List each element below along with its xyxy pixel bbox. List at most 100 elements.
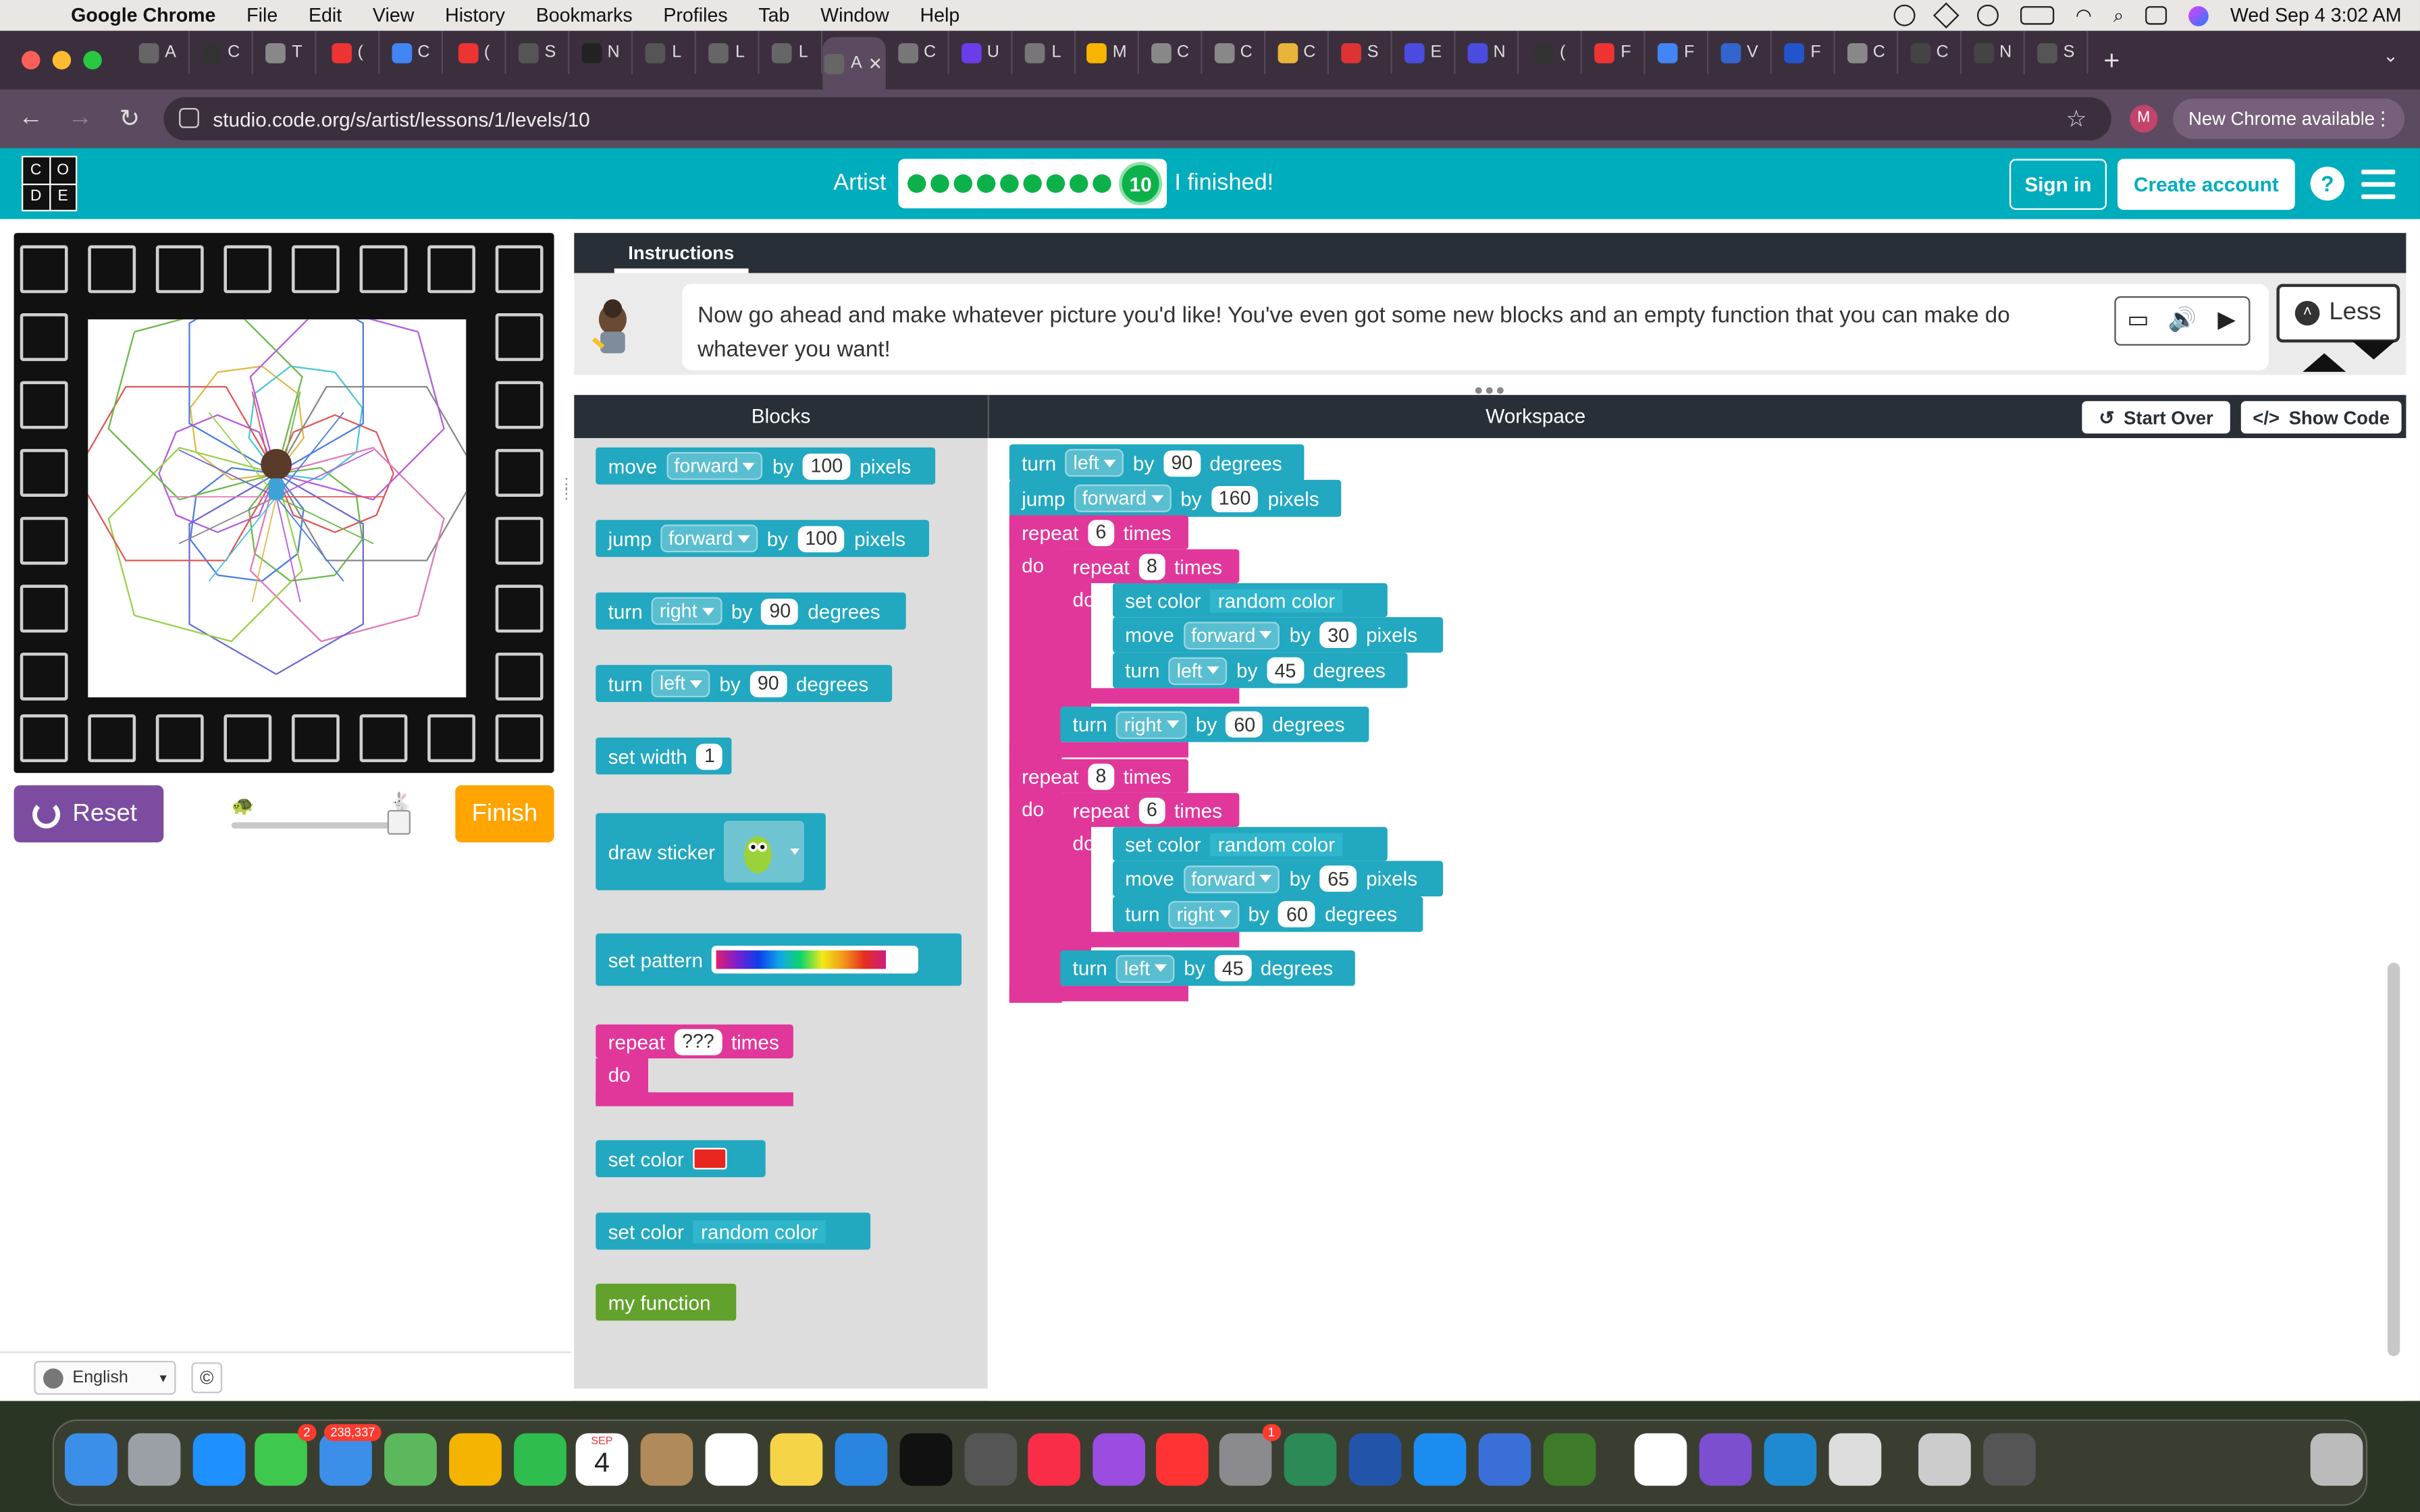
level-dot-9[interactable] [1093, 174, 1111, 193]
reminders-app-icon[interactable] [705, 1433, 758, 1486]
toolbox-turn-left-block[interactable]: turn left by 90 degrees [596, 665, 893, 702]
hamburger-menu-icon[interactable] [2361, 169, 2396, 207]
random-color-block[interactable]: random color [693, 1219, 826, 1243]
unity-app-icon[interactable] [964, 1433, 1018, 1486]
browser-tab[interactable]: C [1265, 30, 1329, 74]
value-input[interactable]: 8 [1088, 763, 1114, 790]
ws-move-forward-block-1[interactable]: move forward by 30 pixels [1112, 617, 1444, 653]
level-dot-3[interactable] [953, 174, 972, 193]
toolbox-set-width-block[interactable]: set width 1 [596, 737, 732, 775]
menu-file[interactable]: File [246, 5, 278, 26]
site-info-icon[interactable] [179, 107, 199, 128]
value-input[interactable]: 65 [1319, 865, 1357, 892]
copyright-button[interactable]: © [191, 1362, 223, 1393]
podcasts-app-icon[interactable] [1093, 1433, 1145, 1486]
ws-move-forward-block-2[interactable]: move forward by 65 pixels [1112, 861, 1444, 896]
sticker-dropdown[interactable] [724, 820, 805, 883]
toolbox-move-forward-block[interactable]: move forward by 100 pixels [596, 447, 936, 485]
maps-app-icon[interactable] [384, 1433, 437, 1486]
direction-dropdown[interactable]: right [652, 597, 722, 625]
browser-tab[interactable]: C [190, 30, 253, 74]
profile-avatar[interactable]: M [2130, 105, 2158, 133]
news-app-icon[interactable] [1155, 1433, 1209, 1486]
launchpad-app-icon[interactable] [128, 1433, 181, 1486]
color-swatch[interactable] [693, 1148, 727, 1170]
tab-search-icon[interactable]: ⌄ [2383, 45, 2398, 66]
browser-tab[interactable]: A [126, 30, 190, 74]
ws-turn-right-block-2[interactable]: turn right by 60 degrees [1112, 896, 1423, 932]
value-input[interactable]: ??? [674, 1028, 722, 1055]
browser-tab[interactable]: ( [443, 30, 506, 74]
menu-profiles[interactable]: Profiles [663, 5, 727, 26]
value-input[interactable]: 30 [1319, 622, 1357, 648]
level-dot-1[interactable] [907, 174, 926, 193]
random-color-block[interactable]: random color [1210, 832, 1343, 856]
new-tab-button[interactable]: + [2103, 44, 2120, 76]
create-account-button[interactable]: Create account [2117, 159, 2295, 210]
browser-tab[interactable]: U [949, 30, 1013, 74]
system-settings-app-icon[interactable]: 1 [1219, 1424, 1282, 1486]
value-input[interactable]: 60 [1278, 900, 1316, 927]
help-icon[interactable]: ? [2310, 166, 2344, 201]
ws-jump-forward-block[interactable]: jump forward by 160 pixels [1009, 479, 1342, 517]
value-input[interactable]: 45 [1214, 954, 1252, 981]
browser-tab[interactable]: F [1582, 30, 1646, 74]
text-mode-icon[interactable]: ▭ [2116, 304, 2161, 338]
menu-bookmarks[interactable]: Bookmarks [536, 5, 633, 26]
mail-app-icon[interactable]: 238,337 [319, 1424, 382, 1486]
direction-dropdown[interactable]: left [652, 669, 710, 698]
browser-tab[interactable]: A ✕ [822, 36, 886, 90]
wifi-icon[interactable]: ◠ [2076, 5, 2092, 26]
zoom-window-button[interactable] [83, 51, 102, 70]
control-center-icon[interactable] [2145, 6, 2167, 25]
direction-dropdown[interactable]: left [1066, 449, 1124, 477]
freeform-app-icon[interactable] [835, 1433, 888, 1486]
browser-tab[interactable]: C [1203, 30, 1266, 74]
toolbox-draw-sticker-block[interactable]: draw sticker [596, 813, 826, 890]
contacts-app-icon[interactable] [640, 1433, 693, 1486]
browser-tab[interactable]: N [569, 30, 633, 74]
value-input[interactable]: 100 [803, 452, 851, 479]
browser-tab[interactable]: S [506, 30, 570, 74]
browser-tab[interactable]: N [1455, 30, 1519, 74]
toolbox-jump-forward-block[interactable]: jump forward by 100 pixels [596, 520, 929, 558]
textedit-app-icon[interactable] [1829, 1433, 1882, 1486]
language-select[interactable]: English ▾ [34, 1360, 176, 1395]
browser-tab[interactable]: F [1646, 30, 1709, 74]
notes-app-icon[interactable] [770, 1433, 823, 1486]
blockly-workspace[interactable]: turn left by 90 degrees jump forward by … [987, 438, 2406, 1401]
browser-tab[interactable]: T [253, 30, 317, 74]
menu-view[interactable]: View [373, 5, 414, 26]
i-finished-link[interactable]: I finished! [1174, 169, 1273, 196]
browser-tab[interactable]: L [696, 30, 760, 74]
scroll-down-arrow-icon[interactable] [2352, 341, 2396, 360]
bookmark-star-icon[interactable]: ☆ [2066, 105, 2087, 133]
start-over-button[interactable]: ↺ Start Over [2082, 401, 2230, 434]
github-desktop-app-icon[interactable] [1699, 1433, 1752, 1486]
browser-tab[interactable]: E [1392, 30, 1456, 74]
close-tab-icon[interactable]: ✕ [868, 53, 883, 73]
battery-icon[interactable] [2020, 6, 2054, 25]
address-bar[interactable]: studio.code.org/s/artist/lessons/1/level… [163, 97, 2111, 140]
workspace-scrollbar[interactable] [2387, 963, 2400, 1357]
browser-tab[interactable]: F [1772, 30, 1835, 74]
waveform-app-app-icon[interactable] [1348, 1433, 1402, 1486]
pane-resize-handle[interactable]: ⋮ ⋮ [558, 477, 574, 502]
scroll-up-arrow-icon[interactable] [2303, 353, 2346, 372]
ws-repeat-6-inner-block[interactable]: repeat 6 times [1060, 792, 1240, 828]
lesson-title[interactable]: Artist [833, 169, 886, 196]
calendar-app-icon[interactable]: SEP 4 [575, 1433, 629, 1486]
value-input[interactable]: 90 [761, 597, 799, 624]
direction-dropdown[interactable]: forward [1183, 865, 1280, 893]
remote-desktop-app-icon[interactable] [1478, 1433, 1531, 1486]
ws-turn-left-block[interactable]: turn left by 90 degrees [1009, 444, 1305, 482]
value-input[interactable]: 1 [696, 742, 723, 770]
close-window-button[interactable] [21, 51, 41, 70]
apple-tv-app-icon[interactable] [899, 1433, 953, 1486]
browser-tab[interactable]: S [2025, 30, 2088, 74]
ws-set-color-random-block-2[interactable]: set color random color [1112, 827, 1388, 861]
browser-tab[interactable]: L [1012, 30, 1076, 74]
ws-repeat-8-inner-block[interactable]: repeat 8 times [1060, 549, 1240, 583]
browser-tab[interactable]: C [1835, 30, 1899, 74]
trash-app-icon[interactable] [2310, 1433, 2363, 1486]
